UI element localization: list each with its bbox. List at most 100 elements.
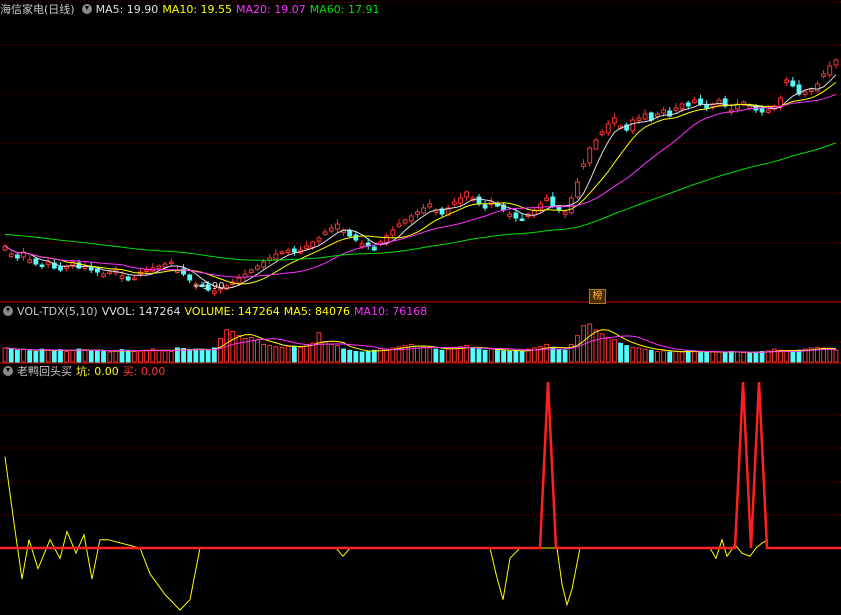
candle-up xyxy=(691,99,697,103)
volume-bars xyxy=(2,323,839,363)
volume-bar-up xyxy=(575,335,580,363)
volume-bar-down xyxy=(482,349,488,363)
volume-bar-down xyxy=(291,345,297,363)
volume-bar-down xyxy=(790,350,796,363)
volume-bar-up xyxy=(384,348,390,363)
ma10-line xyxy=(4,81,837,285)
volume-bar-down xyxy=(359,351,365,363)
candle-down xyxy=(353,234,359,241)
candle-down xyxy=(698,98,703,105)
volume-bar-down xyxy=(759,350,765,363)
volume-bar-up xyxy=(2,347,8,363)
volume-bar-down xyxy=(347,349,353,363)
candle-up xyxy=(636,117,642,121)
volume-ma10-line xyxy=(5,335,836,353)
candle-up xyxy=(464,191,470,198)
candle-down xyxy=(476,196,482,205)
candle-up xyxy=(544,197,550,201)
candle-up xyxy=(802,91,808,95)
period-label[interactable]: (日线) xyxy=(44,3,75,16)
candle-up xyxy=(593,139,599,150)
candle-up xyxy=(396,223,402,227)
rank-badge[interactable]: 榜 xyxy=(589,289,606,304)
volume-bar-down xyxy=(562,349,568,363)
volume-bar-up xyxy=(131,350,137,363)
volume-bar-down xyxy=(199,349,205,363)
candle-up xyxy=(328,227,334,232)
volume-bar-up xyxy=(784,350,790,363)
candle-down xyxy=(94,268,100,273)
volume-bar-down xyxy=(624,345,630,363)
panel-menu-icon[interactable] xyxy=(3,366,13,376)
candle-up xyxy=(581,163,586,167)
candle-up xyxy=(808,89,814,92)
volume-bar-up xyxy=(162,350,168,363)
candle-up xyxy=(168,261,174,264)
panel-menu-icon[interactable] xyxy=(81,4,92,14)
candle-up xyxy=(390,229,396,236)
candle-up xyxy=(415,211,420,215)
volume-bar-up xyxy=(833,349,839,363)
volume-bar-up xyxy=(45,349,51,363)
vol-ma5-label: MA5: 84076 xyxy=(283,305,351,318)
candle-down xyxy=(58,266,63,271)
candle-up xyxy=(359,243,365,247)
vol-title[interactable]: VOL-TDX(5,10) xyxy=(17,305,98,318)
candle-up xyxy=(679,103,685,110)
candle-up xyxy=(655,113,660,117)
volume-panel-header: VOL-TDX(5,10) VVOL: 147264 VOLUME: 147264 M… xyxy=(0,304,431,320)
volume-bar-up xyxy=(113,350,119,363)
candle-down xyxy=(347,230,353,237)
volume-bar-down xyxy=(753,351,759,363)
candle-up xyxy=(255,265,260,270)
volume-bar-down xyxy=(501,350,506,363)
volume-bar-down xyxy=(685,350,691,363)
vol-ma10-label: MA10: 76168 xyxy=(354,305,428,318)
candle-up xyxy=(248,269,254,273)
grid-lines xyxy=(0,1,841,516)
candle-up xyxy=(421,207,426,214)
candle-up xyxy=(507,213,513,217)
volume-bar-down xyxy=(14,349,20,363)
volume-bar-down xyxy=(796,349,802,363)
volume-bar-down xyxy=(353,350,359,363)
indicator-title[interactable]: 老鸭回头买 xyxy=(17,365,72,378)
stock-title[interactable]: 海信家电 xyxy=(0,3,44,16)
candle-up xyxy=(605,123,611,134)
volume-ma5-line xyxy=(5,329,836,353)
volume-bar-down xyxy=(341,348,346,363)
candle-up xyxy=(611,117,617,124)
candle-up xyxy=(261,261,266,268)
volume-bar-down xyxy=(495,349,500,363)
volume-bar-up xyxy=(451,346,457,363)
volume-bar-up xyxy=(710,350,716,363)
candle-up xyxy=(101,273,106,277)
volume-bar-up xyxy=(445,348,451,363)
candle-up xyxy=(285,249,291,253)
volume-bar-down xyxy=(94,349,100,363)
candle-up xyxy=(162,263,168,268)
candle-up xyxy=(131,277,137,280)
candle-up xyxy=(451,201,457,205)
volume-bar-down xyxy=(119,349,125,363)
volume-bar-up xyxy=(156,349,162,363)
volume-bar-up xyxy=(144,349,150,363)
indicator-lines xyxy=(0,381,841,611)
candle-down xyxy=(556,206,562,211)
candle-up xyxy=(427,203,433,208)
candle-up xyxy=(144,269,150,272)
volume-bar-down xyxy=(205,349,211,363)
volume-bar-up xyxy=(593,329,599,363)
volume-bar-down xyxy=(125,349,131,363)
candle-down xyxy=(39,264,45,267)
volume-bar-up xyxy=(138,350,143,363)
volume-bar-down xyxy=(101,350,106,363)
panel-menu-icon[interactable] xyxy=(3,306,13,316)
low-price-marker: ←9.90 xyxy=(194,281,225,292)
candle-up xyxy=(335,223,340,230)
volume-bar-up xyxy=(636,347,642,363)
volume-bar-up xyxy=(304,343,310,363)
candle-up xyxy=(402,219,408,224)
candle-down xyxy=(790,80,796,87)
candle-up xyxy=(833,59,839,66)
